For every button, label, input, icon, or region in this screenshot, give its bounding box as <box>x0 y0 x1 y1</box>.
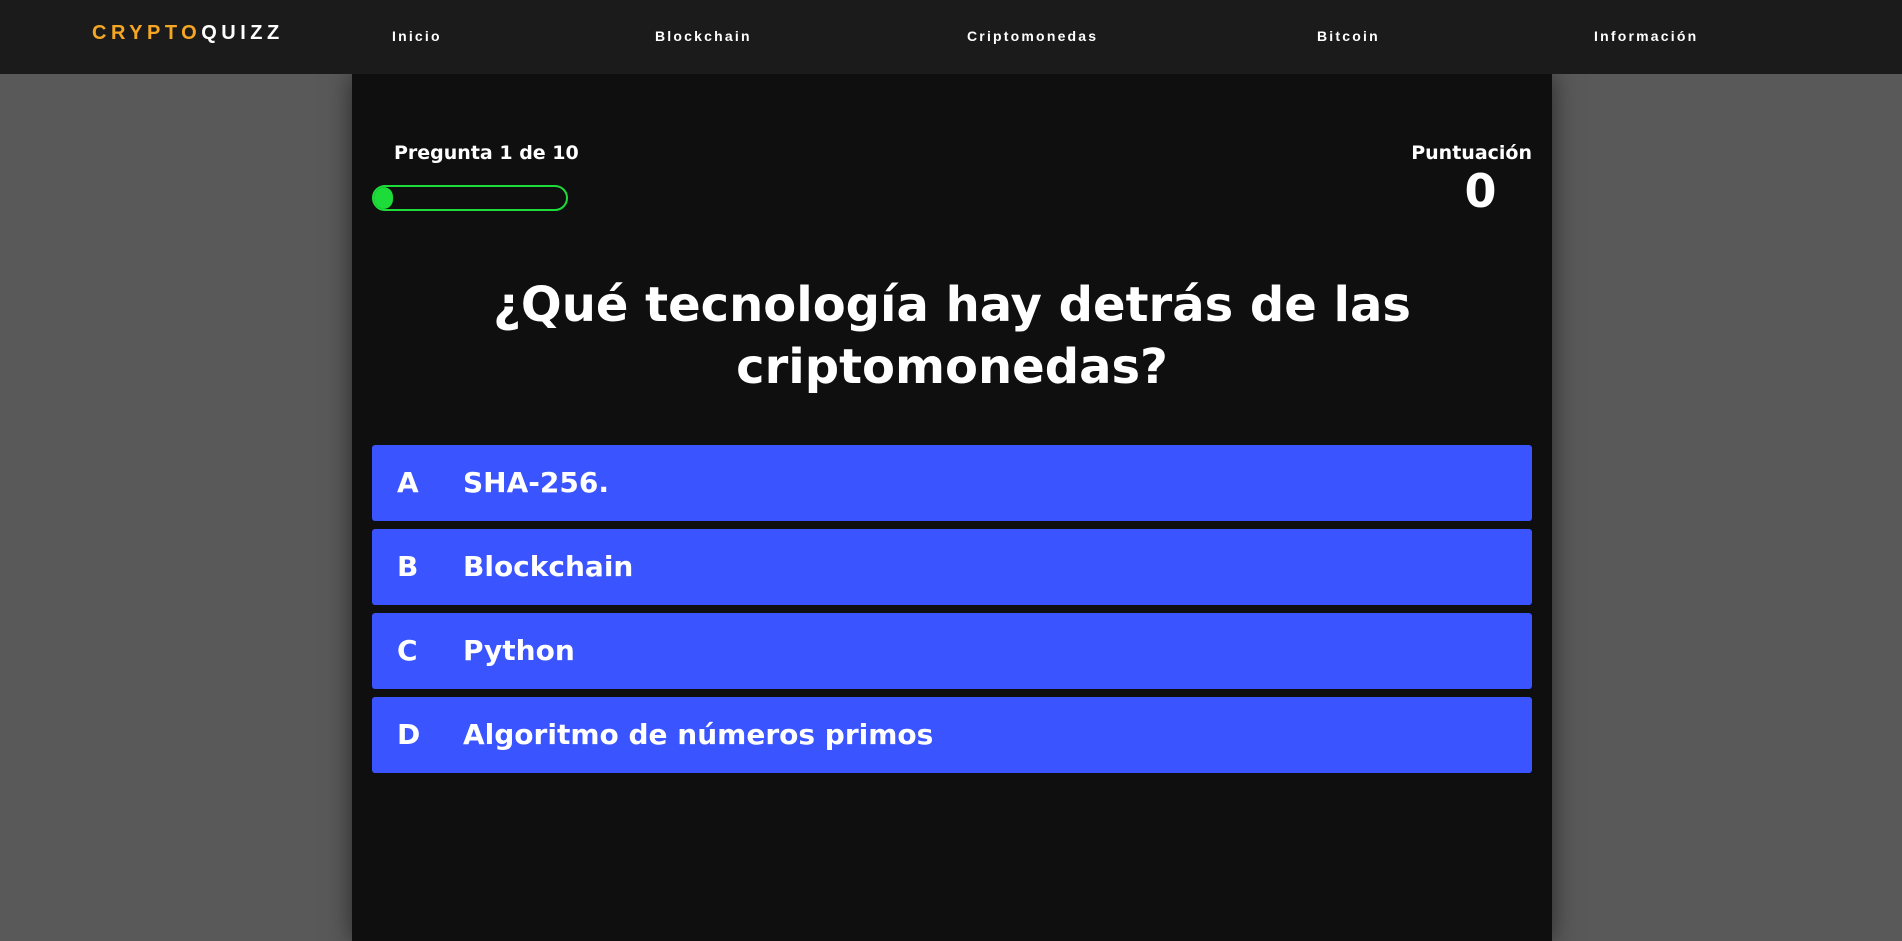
score-label: Puntuación <box>1411 142 1532 164</box>
answer-option-c[interactable]: C Python <box>372 613 1532 689</box>
logo-quizz: QUIZZ <box>201 22 284 44</box>
answer-text: Python <box>463 634 575 667</box>
answer-letter: C <box>397 634 418 667</box>
answer-letter: B <box>397 550 419 583</box>
nav-link-informacion[interactable]: Información <box>1594 28 1698 44</box>
nav-link-inicio[interactable]: Inicio <box>392 28 442 44</box>
navbar: CRYPTOQUIZZ Inicio Blockchain Criptomone… <box>0 0 1902 74</box>
answer-option-a[interactable]: A SHA-256. <box>372 445 1532 521</box>
answer-text: Algoritmo de números primos <box>463 718 934 751</box>
question-counter: Pregunta 1 de 10 <box>394 142 579 164</box>
nav-link-blockchain[interactable]: Blockchain <box>655 28 752 44</box>
nav-link-criptomonedas[interactable]: Criptomonedas <box>967 28 1098 44</box>
progress-bar <box>372 185 568 211</box>
answer-option-d[interactable]: D Algoritmo de números primos <box>372 697 1532 773</box>
quiz-panel: Pregunta 1 de 10 Puntuación 0 ¿Qué tecno… <box>352 74 1552 941</box>
question-text: ¿Qué tecnología hay detrás de las cripto… <box>493 277 1411 395</box>
score-value: 0 <box>1464 164 1497 218</box>
logo-crypto: CRYPTO <box>92 22 202 44</box>
answer-list: A SHA-256. B Blockchain C Python D Algor… <box>372 445 1532 781</box>
answer-letter: D <box>397 718 421 751</box>
answer-text: Blockchain <box>463 550 634 583</box>
answer-option-b[interactable]: B Blockchain <box>372 529 1532 605</box>
logo[interactable]: CRYPTOQUIZZ <box>92 22 284 45</box>
answer-text: SHA-256. <box>463 466 609 499</box>
progress-fill <box>374 187 394 209</box>
nav-link-bitcoin[interactable]: Bitcoin <box>1317 28 1380 44</box>
answer-letter: A <box>397 466 419 499</box>
